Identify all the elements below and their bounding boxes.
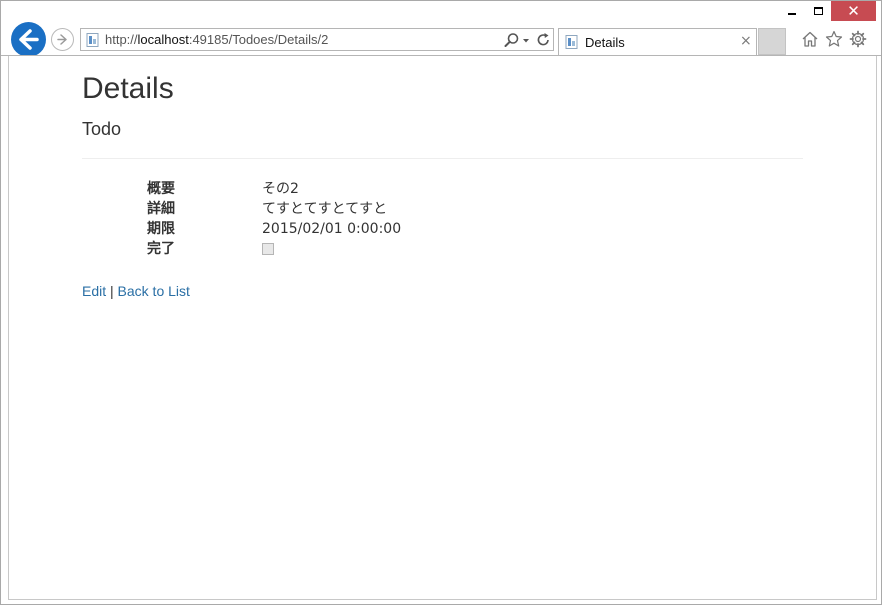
- detail-row-due-date: 期限 2015/02/01 0:00:00: [9, 219, 809, 239]
- detail-value: その2: [262, 181, 299, 197]
- gear-icon[interactable]: [849, 30, 867, 48]
- detail-row-summary: 概要 その2: [9, 179, 809, 199]
- home-icon[interactable]: [801, 30, 819, 48]
- forward-button[interactable]: [51, 28, 74, 51]
- page-icon: [565, 35, 578, 49]
- detail-row-completed: 完了: [9, 239, 809, 259]
- close-icon: ✕: [847, 2, 860, 20]
- address-bar[interactable]: http://localhost:49185/Todoes/Details/2: [80, 28, 554, 51]
- detail-label: 期限: [147, 221, 175, 237]
- detail-label: 概要: [147, 181, 175, 197]
- back-button[interactable]: [11, 22, 46, 57]
- chevron-down-icon[interactable]: [522, 33, 530, 47]
- detail-label: 完了: [147, 241, 175, 257]
- refresh-icon[interactable]: [536, 32, 551, 48]
- arrow-left-icon: [19, 29, 39, 50]
- edit-link[interactable]: Edit: [82, 283, 106, 299]
- detail-label: 詳細: [147, 201, 175, 217]
- completed-checkbox: [262, 243, 274, 255]
- browser-window: ✕ http://localhost:49185/Todoes/Details/…: [0, 0, 882, 605]
- search-icon[interactable]: [503, 32, 521, 48]
- page-content: Details Todo 概要 その2 詳細 てすとてすとてすと 期限 2015…: [8, 56, 877, 600]
- maximize-button[interactable]: [805, 1, 831, 21]
- new-tab-button[interactable]: [758, 28, 786, 55]
- link-separator: |: [110, 283, 114, 299]
- page-title: Details: [82, 72, 174, 105]
- tab-close-icon[interactable]: ×: [740, 33, 752, 49]
- page-icon: [86, 33, 99, 47]
- tab-title: Details: [585, 35, 625, 50]
- details-list: 概要 その2 詳細 てすとてすとてすと 期限 2015/02/01 0:00:0…: [9, 179, 809, 259]
- divider: [82, 158, 803, 159]
- action-links: Edit | Back to List: [82, 283, 190, 299]
- arrow-right-icon: [57, 34, 67, 45]
- close-window-button[interactable]: ✕: [831, 1, 876, 21]
- back-to-list-link[interactable]: Back to List: [118, 283, 190, 299]
- detail-value: 2015/02/01 0:00:00: [262, 221, 402, 237]
- tab-details[interactable]: Details ×: [558, 28, 757, 56]
- page-subtitle: Todo: [82, 119, 122, 139]
- minimize-button[interactable]: [776, 1, 805, 21]
- detail-row-description: 詳細 てすとてすとてすと: [9, 199, 809, 219]
- url-text[interactable]: http://localhost:49185/Todoes/Details/2: [105, 29, 328, 50]
- star-icon[interactable]: [825, 30, 843, 48]
- detail-value: てすとてすとてすと: [262, 201, 388, 217]
